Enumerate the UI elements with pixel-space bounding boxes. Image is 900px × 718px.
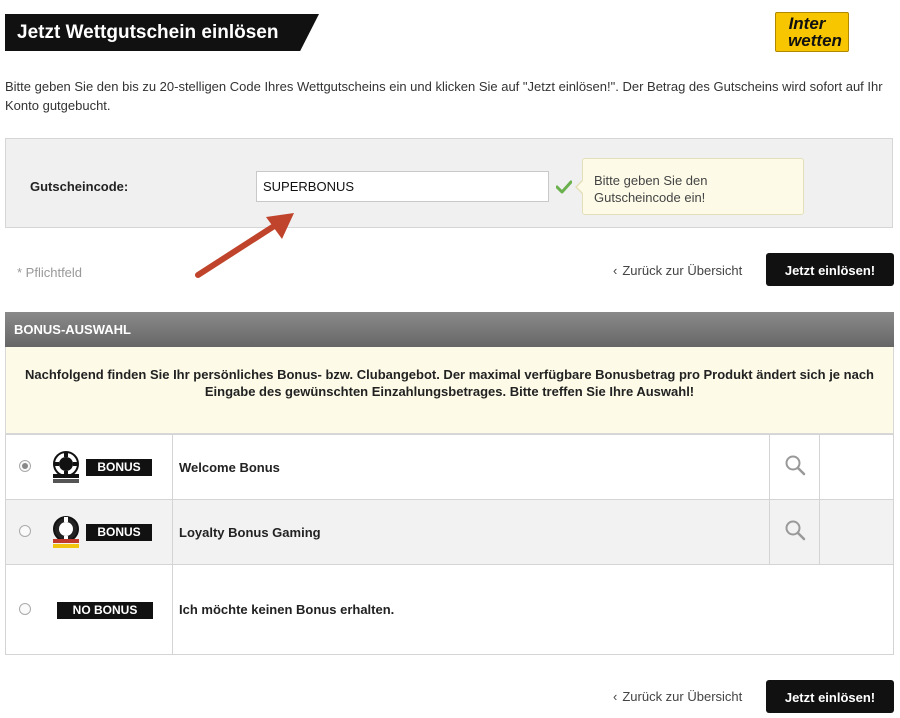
bonus-option-extra-cell xyxy=(819,499,894,565)
casino-chips-icon xyxy=(53,451,79,483)
page-title-bar: Jetzt Wettgutschein einlösen xyxy=(5,14,319,51)
bonus-option-row[interactable]: BONUS Welcome Bonus xyxy=(5,434,894,500)
bonus-option-row[interactable]: NO BONUS Ich möchte keinen Bonus erhalte… xyxy=(5,564,894,655)
back-link-label: Zurück zur Übersicht xyxy=(622,689,743,704)
bonus-radio-none[interactable] xyxy=(19,602,31,615)
annotation-arrow-icon xyxy=(195,213,294,278)
required-field-note: * Pflichtfeld xyxy=(17,265,83,280)
interwetten-logo: Inter wetten xyxy=(775,12,849,52)
voucher-code-label: Gutscheincode: xyxy=(30,179,129,194)
bonus-option-name: Welcome Bonus xyxy=(172,434,770,500)
bonus-details-cell[interactable] xyxy=(769,434,820,500)
bonus-badge: BONUS xyxy=(86,459,152,476)
bonus-option-select-cell[interactable]: BONUS xyxy=(5,434,173,500)
bonus-option-select-cell[interactable]: NO BONUS xyxy=(5,564,173,655)
bonus-option-row[interactable]: BONUS Loyalty Bonus Gaming xyxy=(5,499,894,565)
back-to-overview-link-top[interactable]: ‹ Zurück zur Übersicht xyxy=(613,263,742,278)
bonus-radio-welcome[interactable] xyxy=(19,460,31,472)
validation-tooltip: Bitte geben Sie den Gutscheincode ein! xyxy=(575,158,804,215)
intro-text: Bitte geben Sie den bis zu 20-stelligen … xyxy=(5,79,883,113)
chevron-left-icon: ‹ xyxy=(613,689,618,704)
bonus-option-name: Ich möchte keinen Bonus erhalten. xyxy=(172,564,894,655)
bonus-notice: Nachfolgend finden Sie Ihr persönliches … xyxy=(5,347,894,434)
voucher-code-input[interactable] xyxy=(256,171,549,202)
bonus-section-header: BONUS-AUSWAHL xyxy=(5,312,894,347)
back-link-label: Zurück zur Übersicht xyxy=(622,263,743,278)
redeem-button-bottom[interactable]: Jetzt einlösen! xyxy=(766,680,894,713)
no-bonus-badge: NO BONUS xyxy=(57,601,153,619)
logo-text-top: Inter xyxy=(788,14,826,33)
bonus-radio-loyalty[interactable] xyxy=(19,525,31,537)
bonus-option-select-cell[interactable]: BONUS xyxy=(5,499,173,565)
search-icon[interactable] xyxy=(784,519,806,541)
page-title: Jetzt Wettgutschein einlösen xyxy=(17,22,279,43)
redeem-button-top[interactable]: Jetzt einlösen! xyxy=(766,253,894,286)
logo-text-bottom: wetten xyxy=(788,31,842,50)
voucher-form: Gutscheincode: Bitte geben Sie den Gutsc… xyxy=(5,138,893,228)
casino-chips-icon xyxy=(53,516,79,548)
bonus-details-cell[interactable] xyxy=(769,499,820,565)
bonus-options-table: BONUS Welcome Bonus BONUS Loyalty Bonus … xyxy=(5,434,894,655)
chevron-left-icon: ‹ xyxy=(613,263,618,278)
checkmark-icon xyxy=(556,180,572,194)
bonus-option-name: Loyalty Bonus Gaming xyxy=(172,499,770,565)
bonus-badge: BONUS xyxy=(86,524,152,541)
search-icon[interactable] xyxy=(784,454,806,476)
back-to-overview-link-bottom[interactable]: ‹ Zurück zur Übersicht xyxy=(613,689,742,704)
bonus-option-extra-cell xyxy=(819,434,894,500)
